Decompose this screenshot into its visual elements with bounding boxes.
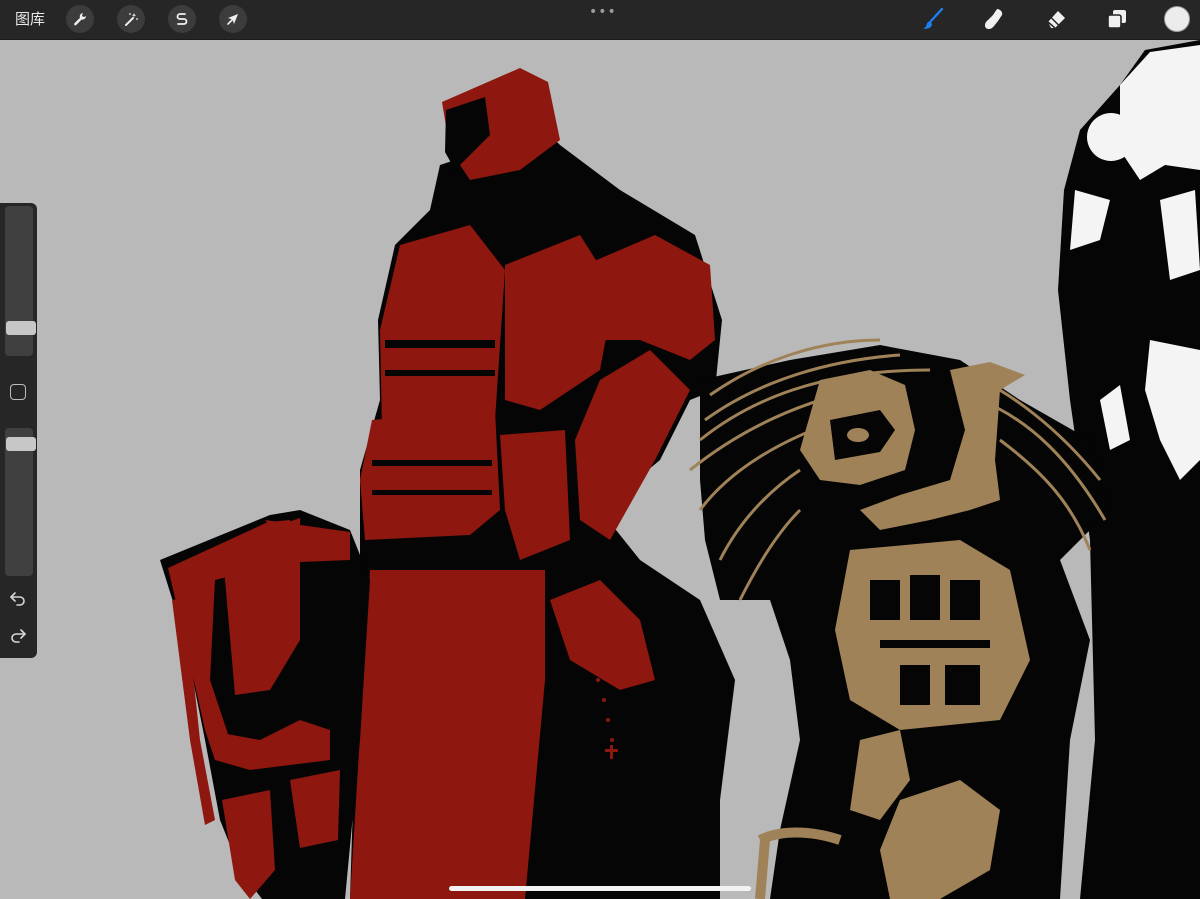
- eraser-tool-button[interactable]: [1043, 6, 1069, 32]
- adjustments-button[interactable]: [117, 5, 145, 33]
- smudge-finger-icon: [984, 9, 1003, 30]
- home-indicator[interactable]: [449, 886, 751, 891]
- brush-tool-button[interactable]: [920, 6, 946, 32]
- gallery-button[interactable]: 图库: [15, 9, 45, 29]
- more-options-button[interactable]: •••: [589, 4, 617, 20]
- actions-button[interactable]: [66, 5, 94, 33]
- brush-sidebar: [0, 203, 37, 658]
- color-chip-icon[interactable]: [1164, 6, 1190, 32]
- eraser-icon: [1047, 11, 1065, 29]
- smudge-tool-button[interactable]: [981, 6, 1007, 32]
- brush-size-thumb[interactable]: [6, 321, 36, 335]
- magic-wand-icon: [125, 13, 138, 26]
- drawing-canvas[interactable]: [0, 40, 1200, 899]
- wrench-icon: [74, 13, 87, 26]
- layers-button[interactable]: [1104, 6, 1130, 32]
- selection-s-icon: [176, 13, 188, 25]
- brush-icon: [923, 7, 944, 29]
- top-toolbar: 图库 •••: [0, 0, 1200, 40]
- redo-arrow-icon: [11, 629, 26, 643]
- brush-opacity-slider[interactable]: [5, 428, 36, 576]
- armored-shield-soldier: [160, 68, 735, 899]
- square-modifier-icon[interactable]: [10, 384, 26, 400]
- brush-size-slider[interactable]: [5, 206, 36, 356]
- arrow-cursor-icon: [227, 14, 238, 25]
- masked-soldier-with-rifle: [689, 338, 1110, 899]
- redo-button[interactable]: [6, 624, 30, 646]
- undo-button[interactable]: [6, 587, 30, 609]
- selection-button[interactable]: [168, 5, 196, 33]
- layers-icon: [1107, 10, 1126, 29]
- transform-button[interactable]: [219, 5, 247, 33]
- undo-arrow-icon: [10, 592, 25, 606]
- brush-opacity-thumb[interactable]: [6, 437, 36, 451]
